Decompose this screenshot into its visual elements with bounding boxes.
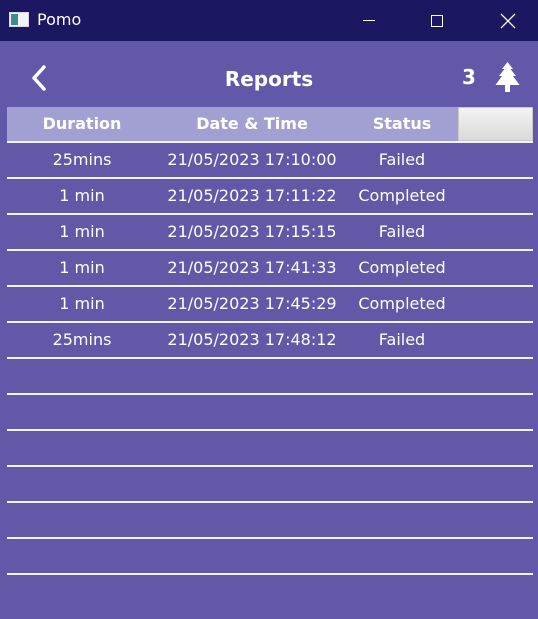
cell-status: Failed (378, 222, 426, 241)
window-titlebar: Pomo (0, 0, 538, 41)
cell-datetime: 21/05/2023 17:45:29 (167, 294, 337, 313)
reports-table: Duration Date & Time Status 25mins 21/05… (7, 107, 533, 575)
cell-duration: 1 min (59, 222, 105, 241)
empty-table-row (7, 359, 533, 395)
cell-duration: 1 min (59, 294, 105, 313)
empty-table-row (7, 431, 533, 467)
table-row[interactable]: 1 min 21/05/2023 17:11:22 Completed (7, 179, 533, 215)
close-button[interactable] (485, 0, 531, 41)
table-row[interactable]: 1 min 21/05/2023 17:45:29 Completed (7, 287, 533, 323)
table-header: Duration Date & Time Status (7, 107, 533, 141)
cell-status: Failed (378, 330, 426, 349)
table-row[interactable]: 1 min 21/05/2023 17:41:33 Completed (7, 251, 533, 287)
minimize-button[interactable] (346, 0, 392, 41)
column-header-duration[interactable]: Duration (7, 107, 157, 141)
empty-table-row (7, 539, 533, 575)
window-title: Pomo (37, 10, 82, 29)
maximize-icon (431, 14, 443, 27)
tree-count: 3 (462, 65, 476, 89)
cell-datetime: 21/05/2023 17:11:22 (167, 186, 337, 205)
cell-status: Completed (358, 186, 446, 205)
cell-datetime: 21/05/2023 17:10:00 (167, 150, 337, 169)
header-filler (458, 107, 533, 141)
table-body: 25mins 21/05/2023 17:10:00 Failed 1 min … (7, 141, 533, 575)
table-row[interactable]: 25mins 21/05/2023 17:10:00 Failed (7, 143, 533, 179)
cell-datetime: 21/05/2023 17:41:33 (167, 258, 337, 277)
column-header-status[interactable]: Status (347, 107, 457, 141)
close-icon (500, 13, 516, 28)
tree-icon (494, 61, 521, 94)
table-row[interactable]: 25mins 21/05/2023 17:48:12 Failed (7, 323, 533, 359)
cell-status: Completed (358, 294, 446, 313)
table-row[interactable]: 1 min 21/05/2023 17:15:15 Failed (7, 215, 533, 251)
app-icon (9, 12, 29, 27)
cell-duration: 25mins (52, 330, 112, 349)
empty-table-row (7, 395, 533, 431)
cell-datetime: 21/05/2023 17:48:12 (167, 330, 337, 349)
column-header-datetime[interactable]: Date & Time (157, 107, 347, 141)
cell-status: Failed (378, 150, 426, 169)
cell-status: Completed (358, 258, 446, 277)
empty-table-row (7, 467, 533, 503)
cell-duration: 1 min (59, 186, 105, 205)
minimize-icon (363, 20, 375, 21)
maximize-button[interactable] (414, 0, 460, 41)
cell-duration: 1 min (59, 258, 105, 277)
cell-datetime: 21/05/2023 17:15:15 (167, 222, 337, 241)
cell-duration: 25mins (52, 150, 112, 169)
empty-table-row (7, 503, 533, 539)
page-title: Reports (224, 67, 314, 91)
